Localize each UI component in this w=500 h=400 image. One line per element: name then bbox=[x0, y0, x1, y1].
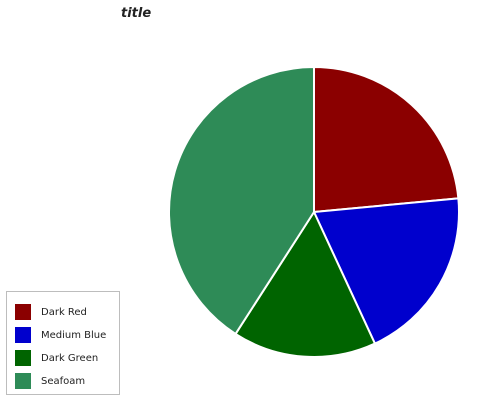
legend-swatch-dark-red bbox=[15, 304, 31, 320]
legend: Dark Red Medium Blue Dark Green Seafoam bbox=[6, 291, 120, 395]
legend-swatch-medium-blue bbox=[15, 327, 31, 343]
legend-label-medium-blue: Medium Blue bbox=[41, 329, 107, 341]
legend-swatch-dark-green bbox=[15, 350, 31, 366]
legend-label-seafoam: Seafoam bbox=[41, 375, 86, 387]
legend-item-medium-blue: Medium Blue bbox=[15, 327, 106, 343]
legend-item-dark-red: Dark Red bbox=[15, 304, 87, 320]
legend-swatch-seafoam bbox=[15, 373, 31, 389]
legend-item-seafoam: Seafoam bbox=[15, 373, 85, 389]
legend-label-dark-red: Dark Red bbox=[41, 306, 87, 318]
legend-item-dark-green: Dark Green bbox=[15, 350, 98, 366]
pie-slice-dark-red bbox=[313, 65, 460, 214]
legend-label-dark-green: Dark Green bbox=[41, 352, 99, 364]
